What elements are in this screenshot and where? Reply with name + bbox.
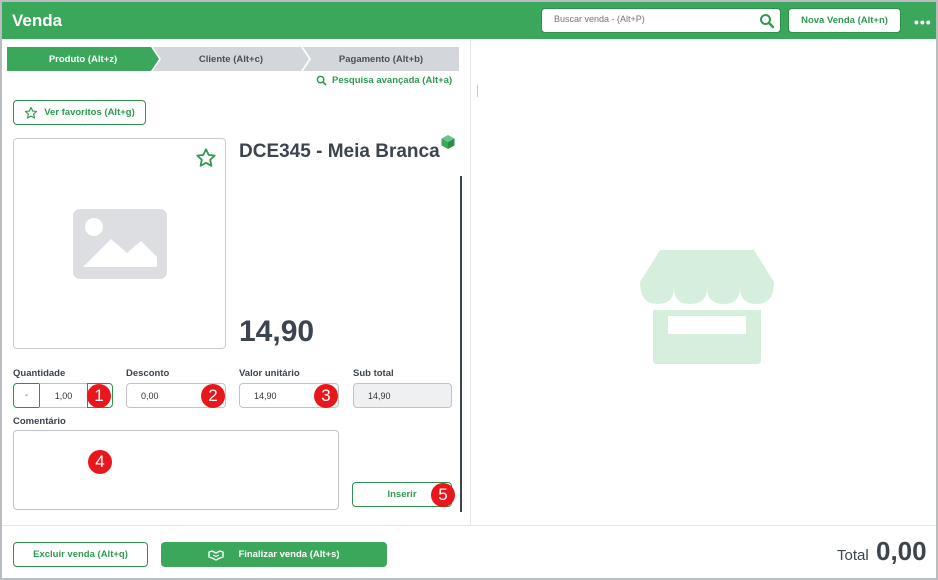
- new-sale-button[interactable]: Nova Venda (Alt+n): [788, 8, 901, 33]
- search-input[interactable]: [554, 14, 754, 24]
- tab-cliente[interactable]: Cliente (Alt+c): [153, 47, 309, 71]
- comment-textarea[interactable]: [13, 430, 339, 510]
- delete-sale-button[interactable]: Excluir venda (Alt+q): [13, 542, 148, 567]
- finalize-sale-button[interactable]: Finalizar venda (Alt+s): [161, 542, 387, 567]
- annotation-badge-2: 2: [201, 384, 225, 408]
- store-icon: [640, 250, 774, 364]
- annotation-badge-1: 1: [87, 384, 111, 408]
- search-icon[interactable]: [759, 13, 775, 29]
- annotation-badge-4: 4: [88, 450, 112, 474]
- tab-produto[interactable]: Produto (Alt+z): [7, 47, 159, 71]
- quantity-decrement-button[interactable]: -: [13, 383, 40, 408]
- app-title: Venda: [12, 11, 63, 30]
- finalize-sale-label: Finalizar venda (Alt+s): [238, 549, 340, 560]
- scrollbar[interactable]: [460, 176, 462, 512]
- total-value: 0,00: [876, 536, 927, 566]
- total-label: Total: [837, 547, 869, 564]
- favorites-label: Ver favoritos (Alt+g): [44, 107, 135, 118]
- handshake-icon: [208, 549, 225, 561]
- panel-divider: [470, 40, 471, 525]
- star-icon[interactable]: [195, 147, 217, 169]
- advanced-search-label: Pesquisa avançada (Alt+a): [332, 75, 453, 86]
- more-icon[interactable]: •••: [914, 14, 932, 30]
- subtotal-label: Sub total: [353, 368, 394, 379]
- subtotal-field: 14,90: [353, 383, 452, 408]
- quantity-input[interactable]: 1,00: [39, 383, 88, 408]
- product-title: DCE345 - Meia Branca: [239, 141, 440, 162]
- top-bar: Venda Nova Venda (Alt+n) •••: [2, 2, 936, 39]
- step-tabs: Produto (Alt+z) Cliente (Alt+c) Pagament…: [7, 47, 459, 71]
- search-icon: [316, 75, 327, 86]
- footer-divider: [2, 525, 936, 526]
- cube-icon: [441, 135, 455, 149]
- product-image: [13, 138, 226, 349]
- comment-label: Comentário: [13, 416, 66, 427]
- annotation-badge-5: 5: [431, 483, 455, 507]
- quantity-label: Quantidade: [13, 368, 66, 379]
- annotation-badge-3: 3: [314, 384, 338, 408]
- product-price: 14,90: [239, 315, 315, 348]
- star-icon: [25, 106, 38, 119]
- search-box[interactable]: [541, 8, 781, 33]
- discount-label: Desconto: [126, 368, 170, 379]
- divider: [477, 85, 478, 97]
- tab-pagamento[interactable]: Pagamento (Alt+b): [303, 47, 459, 71]
- advanced-search-link[interactable]: Pesquisa avançada (Alt+a): [316, 74, 452, 86]
- image-placeholder-icon: [73, 209, 167, 279]
- unit-price-label: Valor unitário: [239, 368, 300, 379]
- favorites-button[interactable]: Ver favoritos (Alt+g): [13, 100, 146, 125]
